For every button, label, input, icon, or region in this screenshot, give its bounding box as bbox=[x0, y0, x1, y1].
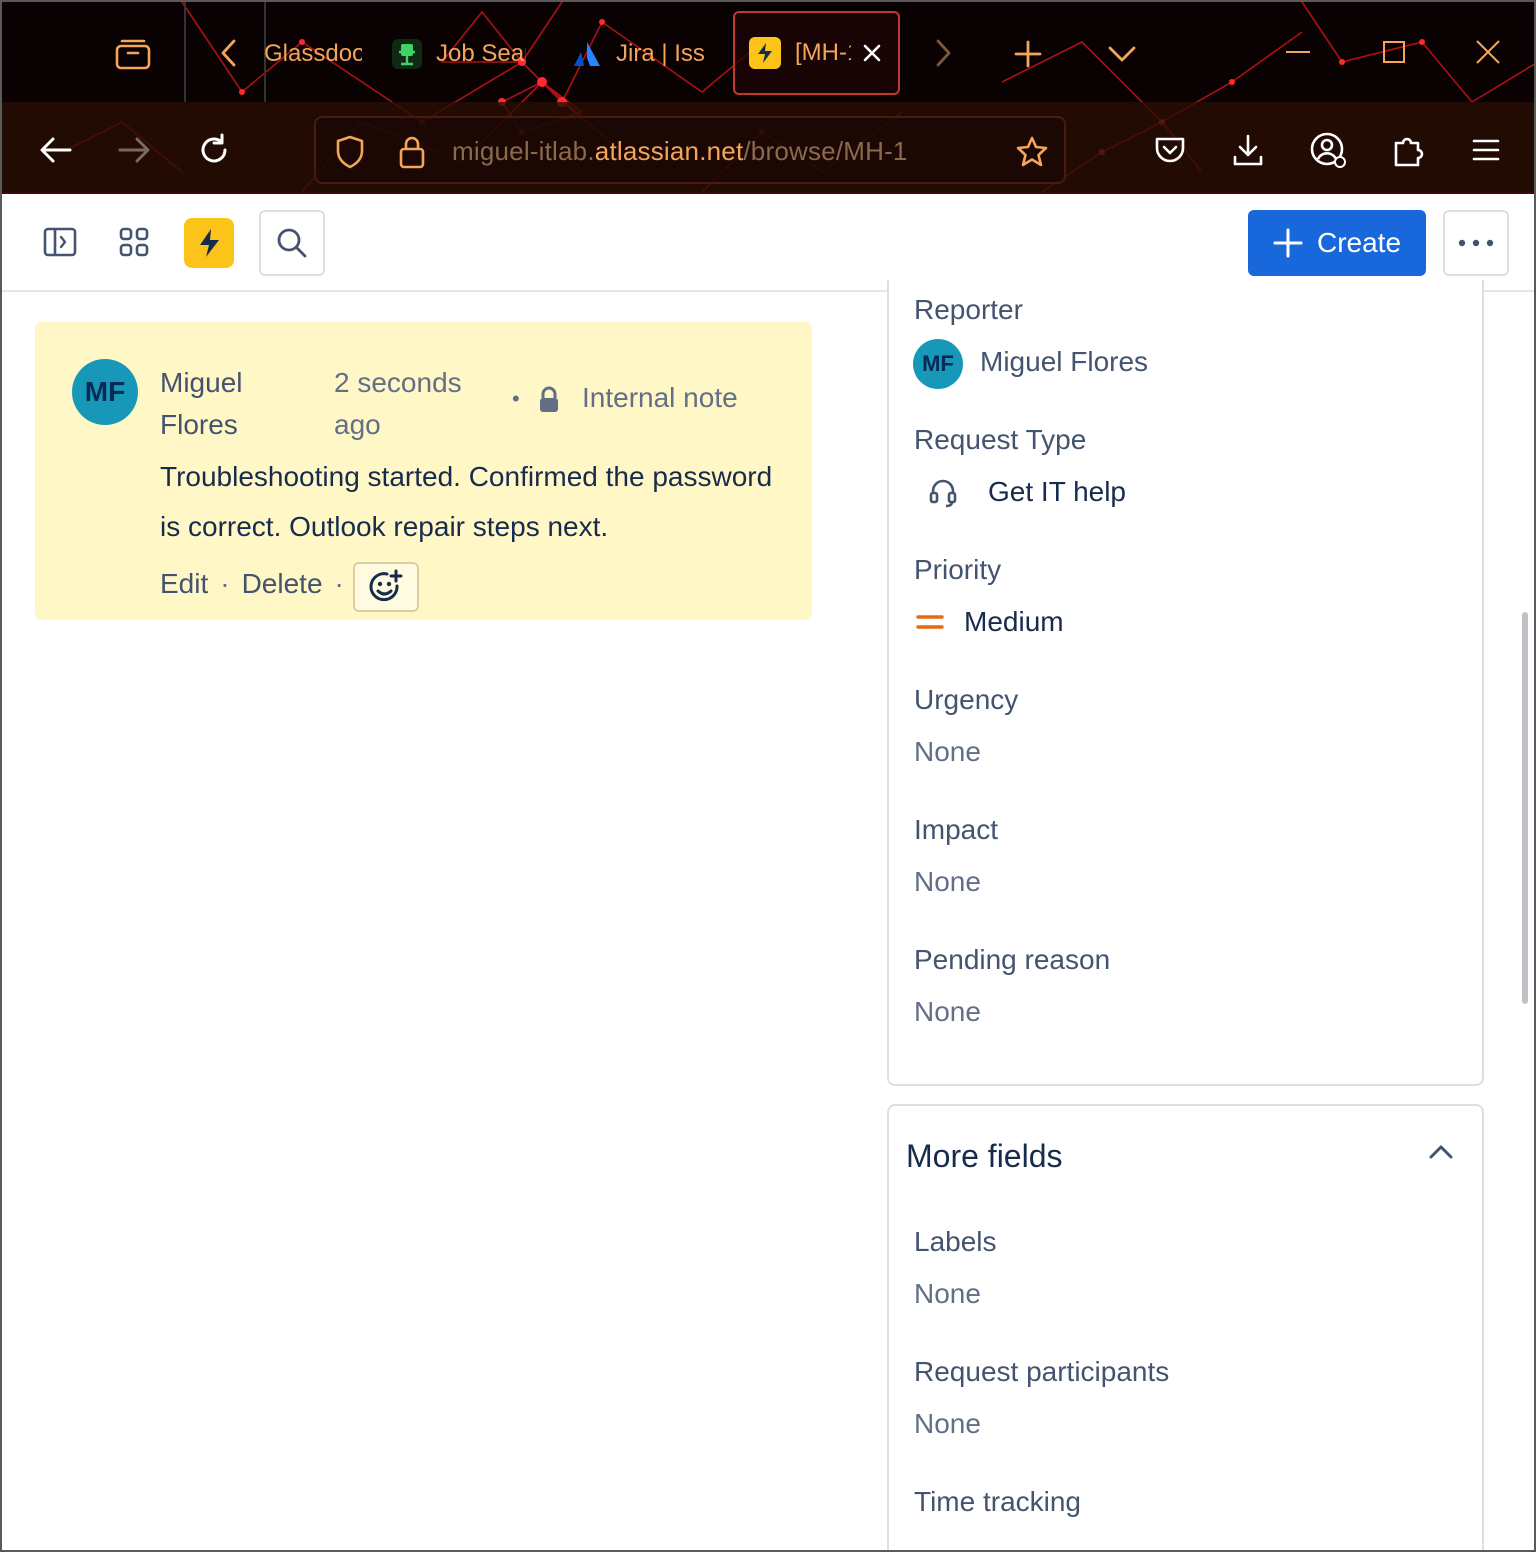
close-window-icon[interactable] bbox=[1468, 32, 1508, 72]
comment-author-name[interactable]: Miguel Flores bbox=[160, 362, 300, 446]
edit-comment-link[interactable]: Edit bbox=[160, 568, 208, 600]
request-type-value[interactable]: Get IT help bbox=[988, 476, 1126, 508]
pocket-icon[interactable] bbox=[1148, 128, 1192, 172]
time-tracking-label: Time tracking bbox=[914, 1486, 1082, 1517]
close-tab-icon[interactable] bbox=[861, 42, 883, 64]
comment-body: Troubleshooting started. Confirmed the p… bbox=[160, 461, 773, 542]
job-search-favicon-icon bbox=[392, 39, 422, 69]
reporter-avatar[interactable]: MF bbox=[913, 339, 963, 389]
new-tab-plus-icon[interactable] bbox=[1008, 34, 1048, 74]
impact-value[interactable]: None bbox=[914, 866, 981, 898]
forward-arrow-icon[interactable] bbox=[112, 130, 156, 170]
headset-icon bbox=[928, 478, 958, 513]
internal-note-label: Internal note bbox=[582, 382, 738, 413]
reload-icon[interactable] bbox=[192, 128, 236, 172]
scroll-tabs-left-icon[interactable] bbox=[212, 34, 246, 72]
atlassian-favicon-icon bbox=[572, 39, 602, 69]
url-host: atlassian.net bbox=[594, 136, 744, 166]
comment-timestamp[interactable]: 2 seconds ago bbox=[334, 362, 484, 446]
account-icon[interactable] bbox=[1304, 126, 1352, 174]
tab-job-search[interactable]: Job Search bbox=[392, 22, 526, 86]
tab-mh-1[interactable]: [MH-1] bbox=[733, 11, 900, 95]
comment-actions: Edit · Delete · bbox=[160, 568, 356, 600]
add-emoji-icon bbox=[369, 569, 403, 602]
list-tabs-chevron-down-icon[interactable] bbox=[1102, 34, 1142, 74]
toggle-sidebar-icon[interactable] bbox=[38, 220, 82, 264]
request-participants-label: Request participants bbox=[914, 1356, 1170, 1387]
menu-hamburger-icon[interactable] bbox=[1464, 128, 1508, 172]
tab-strip: Glassdoor Job Search Jira | Issue [MH-1] bbox=[2, 2, 1534, 102]
reporter-name[interactable]: Miguel Flores bbox=[980, 346, 1148, 378]
impact-label: Impact bbox=[914, 814, 999, 845]
delete-comment-link[interactable]: Delete bbox=[242, 568, 323, 600]
page-scrollbar[interactable] bbox=[1522, 612, 1528, 1004]
action-separator: · bbox=[220, 568, 230, 599]
url-path: /browse/MH-1 bbox=[743, 136, 908, 166]
chevron-up-icon[interactable] bbox=[1428, 1142, 1454, 1167]
meta-separator: • bbox=[512, 386, 520, 411]
url-text[interactable]: miguel-itlab.atlassian.net/browse/MH-1 bbox=[452, 136, 908, 167]
more-actions-button[interactable] bbox=[1443, 210, 1509, 276]
minimize-window-icon[interactable] bbox=[1278, 32, 1318, 72]
url-prefix: miguel-itlab. bbox=[452, 136, 595, 166]
create-button[interactable]: Create bbox=[1248, 210, 1426, 276]
plus-icon bbox=[1273, 228, 1303, 258]
avatar-initials: MF bbox=[922, 351, 954, 376]
tab-label: Glassdoor bbox=[264, 40, 362, 67]
lock-icon bbox=[538, 386, 560, 419]
tab-glassdoor[interactable]: Glassdoor bbox=[264, 22, 362, 86]
tab-divider bbox=[184, 2, 186, 102]
reporter-label: Reporter bbox=[914, 294, 1023, 325]
jira-service-favicon-icon bbox=[749, 37, 781, 69]
scroll-tabs-right-icon[interactable] bbox=[926, 34, 960, 72]
tab-groups-icon[interactable] bbox=[110, 32, 156, 74]
pending-reason-label: Pending reason bbox=[914, 944, 1111, 975]
request-participants-value[interactable]: None bbox=[914, 1408, 981, 1440]
labels-value[interactable]: None bbox=[914, 1278, 981, 1310]
search-icon bbox=[277, 228, 307, 258]
jira-service-logo-icon[interactable] bbox=[184, 218, 234, 268]
comment-author-avatar[interactable]: MF bbox=[72, 359, 138, 425]
address-bar[interactable]: miguel-itlab.atlassian.net/browse/MH-1 bbox=[314, 116, 1066, 184]
add-reaction-button[interactable] bbox=[353, 562, 419, 612]
labels-label: Labels bbox=[914, 1226, 997, 1257]
back-arrow-icon[interactable] bbox=[34, 130, 78, 170]
priority-label: Priority bbox=[914, 554, 1002, 585]
pending-reason-value[interactable]: None bbox=[914, 996, 981, 1028]
search-button[interactable] bbox=[259, 210, 325, 276]
avatar-initials: MF bbox=[84, 376, 126, 407]
create-label: Create bbox=[1316, 227, 1402, 258]
tab-label: Job Search bbox=[436, 40, 526, 67]
ellipsis-icon bbox=[1458, 239, 1494, 247]
urgency-value[interactable]: None bbox=[914, 736, 981, 768]
tab-jira-issue[interactable]: Jira | Issue bbox=[572, 22, 706, 86]
maximize-window-icon[interactable] bbox=[1374, 32, 1414, 72]
tracking-protection-shield-icon[interactable] bbox=[330, 132, 370, 172]
lock-icon[interactable] bbox=[392, 132, 432, 172]
browser-chrome: Glassdoor Job Search Jira | Issue [MH-1] bbox=[0, 0, 1536, 194]
urgency-label: Urgency bbox=[914, 684, 1019, 715]
more-fields-title[interactable]: More fields bbox=[906, 1138, 1063, 1175]
tab-label: [MH-1] bbox=[795, 39, 851, 66]
downloads-icon[interactable] bbox=[1226, 128, 1270, 172]
request-type-label: Request Type bbox=[914, 424, 1087, 455]
app-switcher-grid-icon[interactable] bbox=[112, 220, 156, 264]
extensions-puzzle-icon[interactable] bbox=[1386, 128, 1430, 172]
priority-medium-icon bbox=[916, 612, 944, 637]
priority-value[interactable]: Medium bbox=[964, 606, 1064, 638]
bookmark-star-icon[interactable] bbox=[1012, 132, 1052, 172]
tab-label: Jira | Issue bbox=[616, 40, 706, 67]
action-separator: · bbox=[334, 568, 344, 599]
